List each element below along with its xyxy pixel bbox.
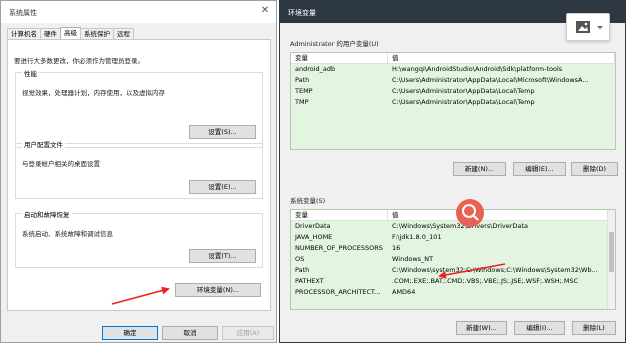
advanced-tab-pane: 要进行大多数更改，你必须作为管理员登录。 性能 视觉效果，处理器计划，内存使用，… — [7, 39, 271, 311]
system-edit-button[interactable]: 编辑(I)... — [514, 321, 565, 335]
list-item[interactable]: Path C:\Users\Administrator\AppData\Local… — [291, 75, 615, 86]
variable-name: Path — [295, 266, 310, 274]
list-header: 变量 值 — [291, 210, 615, 221]
search-fab[interactable] — [456, 199, 484, 227]
user-new-button[interactable]: 新建(N)... — [453, 162, 506, 176]
column-value[interactable]: 值 — [388, 210, 615, 220]
scrollbar-thumb[interactable] — [609, 232, 614, 272]
dialog-title: 系统属性 — [9, 9, 37, 17]
group-title: 性能 — [22, 68, 39, 78]
chevron-down-icon — [597, 26, 603, 29]
variable-name: DriverData — [295, 222, 331, 230]
variable-name: android_adb — [295, 65, 336, 73]
profiles-settings-button[interactable]: 设置(E)... — [189, 180, 256, 194]
user-delete-button[interactable]: 删除(D) — [571, 162, 618, 176]
list-item[interactable]: PROCESSOR_ARCHITECT... AMD64 — [291, 287, 615, 298]
variable-name: TEMP — [295, 87, 313, 95]
variable-value: C:\Users\Administrator\AppData\Local\Tem… — [392, 98, 535, 106]
list-item[interactable]: JAVA_HOME F:\jdk1.8.0_101 — [291, 232, 615, 243]
variable-name: OS — [295, 255, 305, 263]
cancel-button[interactable]: 取消 — [162, 326, 218, 340]
system-variables-list[interactable]: 变量 值 DriverData C:\Windows\System32\Drive… — [290, 209, 616, 310]
variable-name: PROCESSOR_ARCHITECT... — [295, 288, 381, 296]
variable-value: H:\wangqi\AndroidStudio\Android\Sdk\plat… — [392, 65, 563, 73]
variable-value: F:\jdk1.8.0_101 — [392, 233, 442, 241]
group-description: 与登录帐户相关的桌面设置 — [22, 160, 100, 168]
group-title: 用户配置文件 — [22, 139, 65, 149]
variable-name: PATHEXT — [295, 277, 324, 285]
list-item[interactable]: TMP C:\Users\Administrator\AppData\Local\… — [291, 97, 615, 108]
variable-name: TMP — [295, 98, 309, 106]
environment-variables-button[interactable]: 环境变量(N)... — [175, 283, 261, 297]
apply-button[interactable]: 应用(A) — [222, 326, 274, 340]
list-item[interactable]: DriverData C:\Windows\System32\Drivers\Dr… — [291, 221, 615, 232]
environment-variables-dialog: 环境变量 Administrator 的用户变量(U) 变量 值 android… — [279, 0, 626, 343]
variable-name: NUMBER_OF_PROCESSORS — [295, 244, 383, 252]
ok-button[interactable]: 确定 — [102, 326, 158, 340]
system-properties-dialog: 系统属性 ✕ 计算机名 硬件 高级 系统保护 远程 要进行大多数更改，你必须作为… — [0, 0, 277, 343]
dialog-title: 环境变量 — [288, 9, 316, 17]
group-description: 视觉效果，处理器计划，内存使用，以及虚拟内存 — [22, 89, 165, 97]
list-header: 变量 值 — [291, 53, 615, 64]
column-value[interactable]: 值 — [388, 53, 615, 63]
system-new-button[interactable]: 新建(W)... — [456, 321, 507, 335]
system-properties-titlebar: 系统属性 ✕ — [1, 1, 276, 23]
system-variables-label: 系统变量(S) — [290, 197, 326, 205]
variable-value: .COM;.EXE;.BAT;.CMD;.VBS;.VBE;.JS;.JSE;.… — [392, 277, 579, 285]
variable-value: C:\Users\Administrator\AppData\Local\Mic… — [392, 76, 589, 84]
variable-value: C:\Windows\system32;C:\Windows;C:\Window… — [392, 266, 598, 274]
performance-settings-button[interactable]: 设置(S)... — [189, 125, 256, 139]
startup-recovery-group: 启动和故障恢复 系统启动、系统故障和调试信息 设置(T)... — [15, 209, 263, 268]
startup-settings-button[interactable]: 设置(T)... — [189, 249, 256, 263]
variable-value: AMD64 — [392, 288, 416, 296]
vertical-scrollbar[interactable] — [607, 210, 615, 309]
system-delete-button[interactable]: 删除(L) — [572, 321, 616, 335]
list-item[interactable]: OS Windows_NT — [291, 254, 615, 265]
user-variables-label: Administrator 的用户变量(U) — [290, 40, 379, 48]
list-item[interactable]: TEMP C:\Users\Administrator\AppData\Local… — [291, 86, 615, 97]
user-variables-list[interactable]: 变量 值 android_adb H:\wangqi\AndroidStudio\… — [290, 52, 616, 150]
search-icon — [462, 204, 479, 221]
admin-note: 要进行大多数更改，你必须作为管理员登录。 — [14, 57, 144, 65]
user-profiles-group: 用户配置文件 与登录帐户相关的桌面设置 设置(E)... — [15, 139, 263, 199]
variable-value: C:\Users\Administrator\AppData\Local\Tem… — [392, 87, 535, 95]
image-tool-button[interactable] — [566, 13, 610, 41]
variable-name: JAVA_HOME — [295, 233, 333, 241]
performance-group: 性能 视觉效果，处理器计划，内存使用，以及虚拟内存 设置(S)... — [15, 68, 263, 148]
column-variable[interactable]: 变量 — [291, 53, 388, 63]
group-description: 系统启动、系统故障和调试信息 — [22, 230, 113, 238]
image-icon — [576, 21, 603, 33]
list-item[interactable]: NUMBER_OF_PROCESSORS 16 — [291, 243, 615, 254]
list-item[interactable]: android_adb H:\wangqi\AndroidStudio\Andro… — [291, 64, 615, 75]
variable-value: Windows_NT — [392, 255, 434, 263]
close-icon[interactable]: ✕ — [258, 4, 272, 18]
list-item[interactable]: PATHEXT .COM;.EXE;.BAT;.CMD;.VBS;.VBE;.JS… — [291, 276, 615, 287]
column-variable[interactable]: 变量 — [291, 210, 388, 220]
variable-value: C:\Windows\System32\Drivers\DriverData — [392, 222, 528, 230]
variable-value: 16 — [392, 244, 401, 252]
list-item-path[interactable]: Path C:\Windows\system32;C:\Windows;C:\Wi… — [291, 265, 615, 276]
group-title: 启动和故障恢复 — [22, 209, 72, 219]
variable-name: Path — [295, 76, 310, 84]
user-edit-button[interactable]: 编辑(E)... — [513, 162, 566, 176]
